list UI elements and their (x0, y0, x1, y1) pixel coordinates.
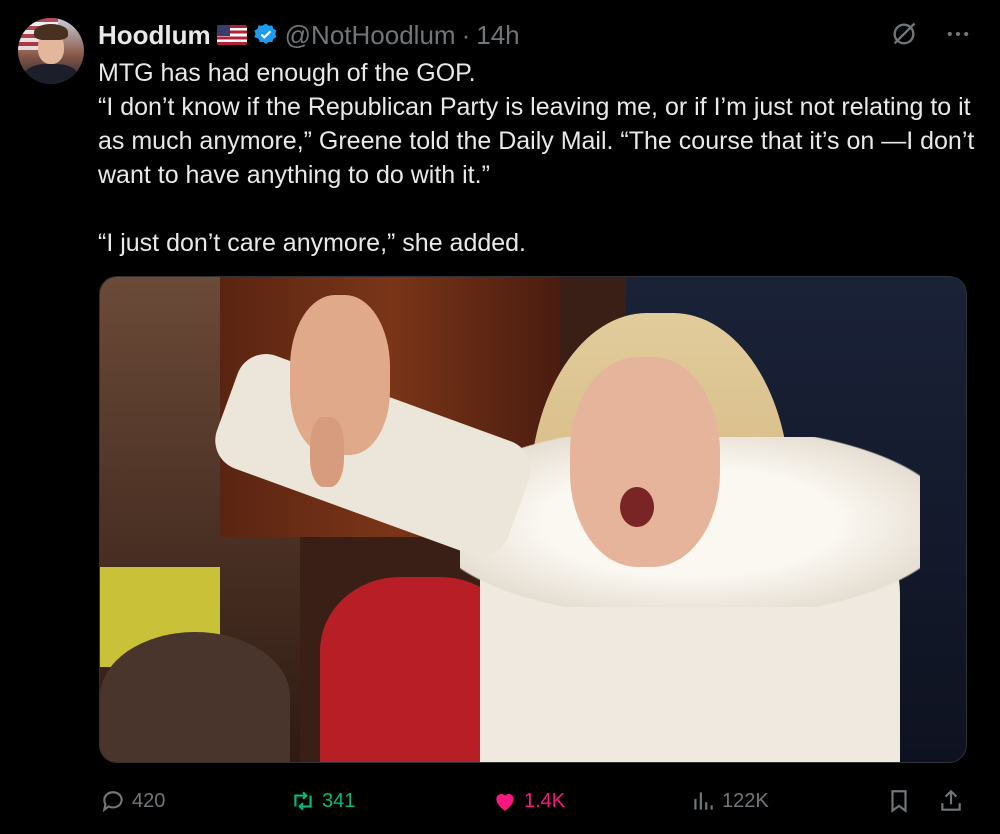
tweet-header: Hoodlum @NotHoodlum · 14h (98, 18, 520, 52)
avatar-hair (34, 24, 68, 40)
like-button[interactable]: 1.4K (492, 782, 565, 820)
bookmark-button[interactable] (886, 782, 912, 820)
verified-badge-icon[interactable] (253, 22, 279, 48)
grok-icon[interactable] (890, 20, 918, 48)
more-icon[interactable] (944, 20, 972, 48)
retweet-count: 341 (322, 789, 356, 812)
tweet-line-3: “I just don’t care anymore,” she added. (98, 229, 527, 257)
views-icon (694, 792, 713, 810)
bookmark-icon (891, 790, 907, 813)
tweet-line-1: MTG has had enough of the GOP. (98, 59, 476, 87)
separator-dot: · (461, 19, 471, 50)
avatar-suit (24, 64, 78, 84)
display-name[interactable]: Hoodlum (98, 20, 211, 51)
timestamp[interactable]: 14h (476, 20, 519, 51)
tweet-photo[interactable] (99, 276, 967, 763)
avatar[interactable] (18, 18, 84, 84)
share-button[interactable] (938, 782, 964, 820)
reply-icon (102, 791, 123, 813)
views-count: 122K (722, 789, 769, 812)
reply-button[interactable]: 420 (100, 782, 165, 820)
reply-count: 420 (132, 789, 166, 812)
views-button[interactable]: 122K (690, 782, 769, 820)
share-icon (941, 789, 961, 811)
tweet-text: MTG has had enough of the GOP. “I don’t … (98, 56, 978, 260)
heart-icon (496, 793, 514, 811)
photo-scene (100, 277, 966, 762)
handle[interactable]: @NotHoodlum (285, 20, 456, 51)
top-actions (890, 20, 972, 48)
tweet-line-2: “I don’t know if the Republican Party is… (98, 93, 975, 189)
like-count: 1.4K (524, 789, 566, 812)
retweet-icon (294, 791, 312, 811)
retweet-button[interactable]: 341 (290, 782, 355, 820)
action-bar: 420 341 1.4K 122K (98, 782, 970, 820)
us-flag-icon (216, 25, 247, 45)
